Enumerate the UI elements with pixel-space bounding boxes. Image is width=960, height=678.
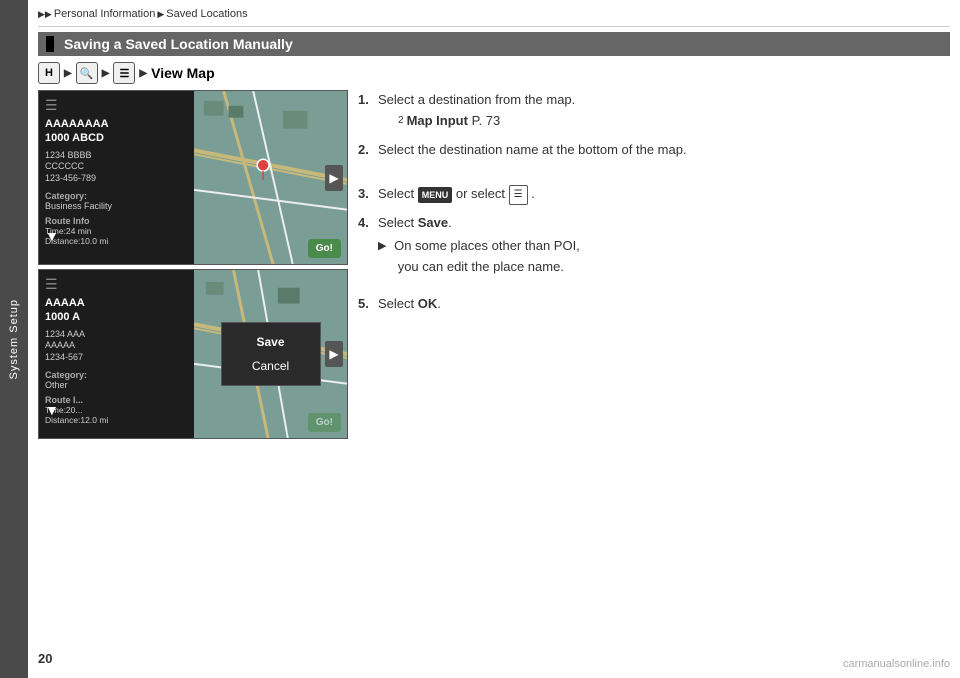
- breadcrumb-arrow-1: ▶▶: [38, 9, 52, 20]
- screen-top-address: 1234 BBBBCCCCCC123-456-789: [45, 150, 188, 185]
- inst-3-select: Select: [378, 186, 418, 201]
- screen-menu-icon-bottom: ☰: [45, 276, 188, 293]
- page-number: 20: [38, 651, 52, 666]
- screen-top-map: ▶ Go!: [194, 91, 347, 264]
- section-header-bar: [46, 36, 54, 52]
- inst-number-2: 2.: [358, 140, 374, 161]
- screen-top-title: AAAAAAAA1000 ABCD: [45, 117, 188, 146]
- instruction-2: 2. Select the destination name at the bo…: [358, 140, 950, 161]
- inst-text-2: Select the destination name at the botto…: [378, 140, 950, 161]
- go-button-top[interactable]: Go!: [308, 239, 341, 258]
- sidebar-label: System Setup: [8, 299, 20, 379]
- watermark: carmanualsonline.info: [843, 658, 950, 670]
- main-content: ▶▶ Personal Information ▶ Saved Location…: [28, 0, 960, 678]
- instructions-panel: 1. Select a destination from the map. 2 …: [358, 90, 950, 322]
- screen-bottom-cat-label: Category:: [45, 370, 188, 380]
- breadcrumb-item-1: Personal Information: [54, 8, 156, 20]
- nav-row: H ▶ 🔍 ▶ ☰ ▶ View Map: [38, 62, 215, 84]
- inst-3-or: or select: [456, 186, 509, 201]
- screenshots-container: ☰ AAAAAAAA1000 ABCD 1234 BBBBCCCCCC123-4…: [38, 90, 348, 443]
- nav-arrow-2: ▶: [102, 68, 110, 79]
- nav-arrow-3: ▶: [139, 68, 147, 79]
- inst-number-1: 1.: [358, 90, 374, 111]
- breadcrumb: ▶▶ Personal Information ▶ Saved Location…: [38, 8, 950, 27]
- screen-top: ☰ AAAAAAAA1000 ABCD 1234 BBBBCCCCCC123-4…: [38, 90, 348, 265]
- instruction-5: 5. Select OK.: [358, 294, 950, 315]
- map-arrow-bottom[interactable]: ▶: [325, 341, 343, 367]
- breadcrumb-arrow-2: ▶: [157, 9, 164, 20]
- screen-top-route-label: Route Info: [45, 216, 188, 226]
- screen-bottom-title: AAAAA1000 A: [45, 296, 188, 325]
- save-button[interactable]: Save: [242, 335, 300, 349]
- cancel-button[interactable]: Cancel: [242, 359, 300, 373]
- screen-bottom-map: ▶ Go! Save Cancel: [194, 270, 347, 438]
- inst-number-3: 3.: [358, 184, 374, 205]
- inst-4-sub-text: On some places other than POI, you can e…: [390, 236, 579, 278]
- nav-icon-home[interactable]: H: [38, 62, 60, 84]
- screen-bottom-down-arrow: ▼: [45, 402, 59, 418]
- nav-icon-menu[interactable]: ☰: [113, 62, 135, 84]
- instruction-1: 1. Select a destination from the map. 2 …: [358, 90, 950, 132]
- screen-top-route-value: Time:24 minDistance:10.0 mi: [45, 226, 188, 246]
- section-title: Saving a Saved Location Manually: [64, 36, 293, 52]
- inst-text-1: Select a destination from the map. 2 Map…: [378, 90, 950, 132]
- inst-3-period: .: [531, 186, 535, 201]
- view-map-label: View Map: [151, 65, 215, 81]
- instruction-4: 4. Select Save. ▶ On some places other t…: [358, 213, 950, 285]
- screen-menu-icon-top: ☰: [45, 97, 188, 114]
- sidebar: System Setup: [0, 0, 28, 678]
- screen-top-left: ☰ AAAAAAAA1000 ABCD 1234 BBBBCCCCCC123-4…: [39, 91, 194, 264]
- screen-top-cat-value: Business Facility: [45, 201, 188, 211]
- inst-text-3: Select MENU or select ☰ .: [378, 184, 950, 205]
- screen-top-cat-label: Category:: [45, 191, 188, 201]
- screen-bottom-left: ☰ AAAAA1000 A 1234 AAAAAAAA1234-567 Cate…: [39, 270, 194, 438]
- sub-arrow-4: ▶: [378, 238, 386, 256]
- screen-bottom-address: 1234 AAAAAAAA1234-567: [45, 329, 188, 364]
- nav-icon-search[interactable]: 🔍: [76, 62, 98, 84]
- list-badge: ☰: [509, 185, 528, 205]
- map-input-link: 2 Map Input P. 73: [398, 111, 950, 132]
- map-arrow-top[interactable]: ▶: [325, 165, 343, 191]
- breadcrumb-item-2: Saved Locations: [166, 8, 247, 20]
- screen-bottom: ☰ AAAAA1000 A 1234 AAAAAAAA1234-567 Cate…: [38, 269, 348, 439]
- section-header: Saving a Saved Location Manually: [38, 32, 950, 56]
- instruction-4-sub: ▶ On some places other than POI, you can…: [378, 236, 950, 278]
- nav-arrow-1: ▶: [64, 68, 72, 79]
- menu-badge: MENU: [418, 187, 453, 203]
- inst-text-5: Select OK.: [378, 294, 950, 315]
- screen-bottom-route-value: Time:20...Distance:12.0 mi: [45, 405, 188, 425]
- inst-number-4: 4.: [358, 213, 374, 234]
- map-input-icon: 2: [398, 113, 404, 129]
- screen-top-down-arrow: ▼: [45, 228, 59, 244]
- instruction-3: 3. Select MENU or select ☰ .: [358, 184, 950, 205]
- screen-bottom-route-label: Route I...: [45, 395, 188, 405]
- screen-bottom-cat-value: Other: [45, 380, 188, 390]
- save-overlay: Save Cancel: [221, 322, 321, 386]
- inst-text-4: Select Save. ▶ On some places other than…: [378, 213, 950, 285]
- go-button-bottom[interactable]: Go!: [308, 413, 341, 432]
- map-input-text: Map Input P. 73: [407, 111, 501, 132]
- inst-number-5: 5.: [358, 294, 374, 315]
